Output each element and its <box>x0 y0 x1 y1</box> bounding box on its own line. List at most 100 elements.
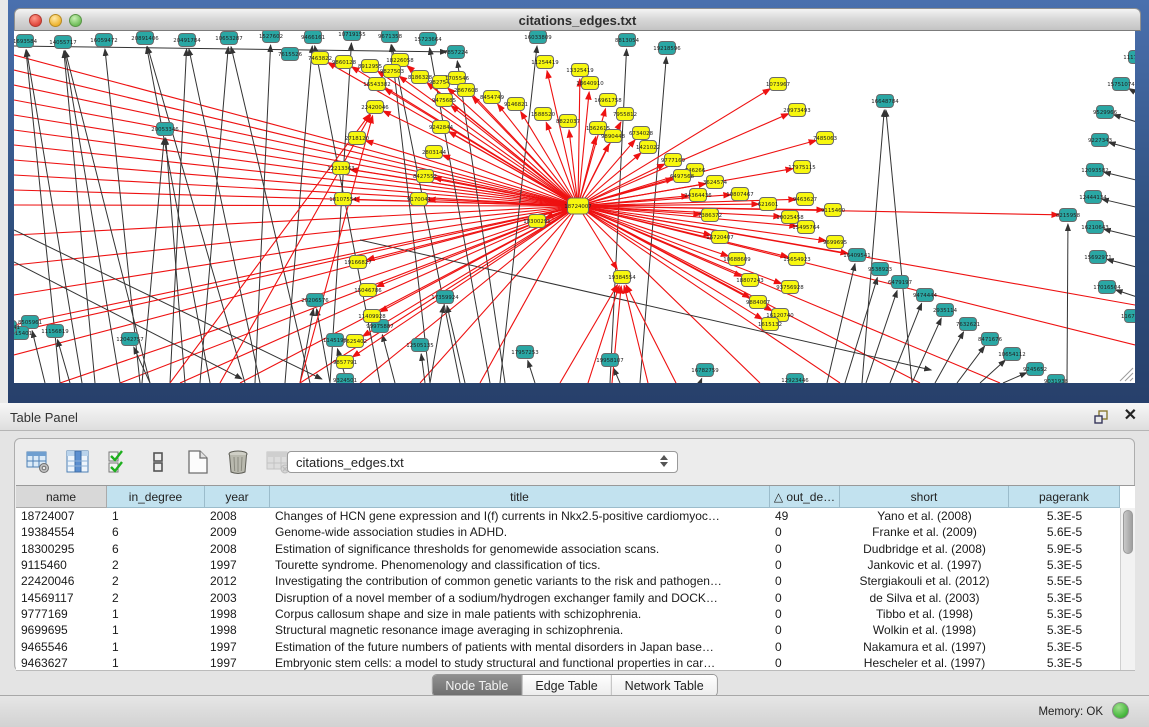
graph-node-yellow[interactable]: 13325419 <box>566 64 594 77</box>
column-header-year[interactable]: year <box>205 486 270 508</box>
table-cell[interactable]: 2 <box>107 558 205 572</box>
citation-edge-black[interactable] <box>1102 199 1135 208</box>
table-cell[interactable]: Yano et al. (2008) <box>840 509 1009 523</box>
table-cell[interactable]: 0 <box>770 607 840 621</box>
table-row[interactable]: 946554611997Estimation of the future num… <box>16 638 1135 654</box>
graph-node-yellow[interactable]: 93756928 <box>776 281 804 294</box>
graph-node-teal[interactable]: 9227343 <box>1088 134 1112 147</box>
tab-edge-table[interactable]: Edge Table <box>522 675 611 696</box>
graph-node-teal[interactable]: 16409541 <box>843 249 870 262</box>
graph-node-yellow[interactable]: 9170041 <box>407 193 431 206</box>
citation-edge-black[interactable] <box>421 354 425 383</box>
graph-node-yellow[interactable]: 1615132 <box>758 318 782 331</box>
table-cell[interactable]: 9699695 <box>16 623 107 637</box>
table-cell[interactable]: 1997 <box>205 640 270 654</box>
table-cell[interactable]: 49 <box>770 509 840 523</box>
graph-node-yellow[interactable]: 24364436 <box>684 189 712 202</box>
table-row[interactable]: 2242004622012Investigating the contribut… <box>16 573 1135 589</box>
graph-node-teal[interactable]: 1527602 <box>259 31 283 43</box>
table-cell[interactable]: 0 <box>770 558 840 572</box>
new-table-button[interactable] <box>183 447 213 477</box>
graph-node-yellow[interactable]: 1705546 <box>445 72 470 85</box>
graph-node-teal[interactable]: 9031938 <box>1044 375 1069 384</box>
tab-node-table[interactable]: Node Table <box>432 675 522 696</box>
citation-edge-black[interactable] <box>330 43 351 383</box>
graph-node-yellow[interactable]: 8912955 <box>358 60 382 73</box>
graph-node-teal[interactable]: 9245652 <box>1023 363 1047 376</box>
graph-node-teal[interactable]: 19958107 <box>596 354 623 367</box>
graph-node-yellow[interactable]: 9475685 <box>432 94 456 107</box>
column-header-out_de[interactable]: △ out_de… <box>770 486 840 508</box>
table-cell[interactable]: Genome-wide association studies in ADHD. <box>270 525 770 539</box>
graph-node-yellow[interactable]: 9463627 <box>793 193 817 206</box>
table-cell[interactable]: 0 <box>770 656 840 670</box>
citation-edge-red[interactable] <box>14 206 578 235</box>
table-row[interactable]: 946362711997Embryonic stem cells: a mode… <box>16 655 1135 671</box>
table-cell[interactable]: 5.3E-5 <box>1009 656 1120 670</box>
table-cell[interactable]: 6 <box>107 525 205 539</box>
graph-node-yellow[interactable]: 7463822 <box>308 52 332 65</box>
graph-node-teal[interactable]: 9466161 <box>301 31 325 44</box>
graph-node-yellow[interactable]: 1588520 <box>531 108 556 121</box>
table-cell[interactable]: 9463627 <box>16 656 107 670</box>
table-cell[interactable]: 0 <box>770 542 840 556</box>
citation-edge-red[interactable] <box>624 286 648 383</box>
graph-node-yellow[interactable]: 17975115 <box>788 161 815 174</box>
column-header-name[interactable]: name <box>16 486 107 508</box>
table-cell[interactable]: Hescheler et al. (1997) <box>840 656 1009 670</box>
table-cell[interactable]: Tibbo et al. (1998) <box>840 607 1009 621</box>
table-cell[interactable]: 1997 <box>205 656 270 670</box>
graph-node-yellow[interactable]: 9884067 <box>746 296 770 309</box>
graph-node-yellow[interactable]: 1073967 <box>766 78 790 91</box>
graph-node-teal[interactable]: 2935114 <box>933 304 958 317</box>
graph-node-teal[interactable]: 11156819 <box>41 325 69 338</box>
table-cell[interactable]: Dudbridge et al. (2008) <box>840 542 1009 556</box>
graph-node-teal[interactable]: 16782759 <box>691 364 719 377</box>
citation-edge-red[interactable] <box>578 206 617 269</box>
citation-edge-black[interactable] <box>148 47 245 383</box>
column-header-in_degree[interactable]: in_degree <box>107 486 205 508</box>
graph-node-yellow[interactable]: 19384554 <box>608 271 636 284</box>
citation-edge-red[interactable] <box>588 286 619 383</box>
table-cell[interactable]: 1998 <box>205 607 270 621</box>
graph-node-teal[interactable]: 9474444 <box>913 289 938 302</box>
table-cell[interactable]: 2012 <box>205 574 270 588</box>
table-cell[interactable]: 1997 <box>205 558 270 572</box>
float-panel-icon[interactable] <box>1094 410 1109 424</box>
table-cell[interactable]: 22420046 <box>16 574 107 588</box>
graph-node-yellow[interactable]: 9777169 <box>661 154 686 167</box>
close-panel-icon[interactable]: ✕ <box>1124 408 1137 424</box>
table-cell[interactable]: Estimation of the future numbers of pati… <box>270 640 770 654</box>
table-cell[interactable]: 0 <box>770 591 840 605</box>
citation-edge-black[interactable] <box>255 45 271 383</box>
graph-node-yellow[interactable]: 18640910 <box>576 77 604 90</box>
graph-node-yellow[interactable]: 18724007 <box>564 198 591 214</box>
graph-node-teal[interactable]: 12444134 <box>1079 191 1107 204</box>
citation-edge-red[interactable] <box>578 153 641 206</box>
citation-edge-red[interactable] <box>14 206 578 355</box>
citation-edge-red[interactable] <box>578 206 1135 345</box>
graph-node-teal[interactable]: 1693584 <box>14 35 38 48</box>
table-cell[interactable]: 1 <box>107 607 205 621</box>
citation-edge-black[interactable] <box>382 335 395 383</box>
graph-node-yellow[interactable]: 621601 <box>758 198 779 211</box>
graph-node-teal[interactable]: 1167534 <box>1121 310 1135 323</box>
graph-node-teal[interactable]: 7632621 <box>956 318 980 331</box>
graph-node-yellow[interactable]: 6734028 <box>629 127 654 140</box>
table-cell[interactable]: 2 <box>107 591 205 605</box>
graph-node-yellow[interactable]: 7386372 <box>698 209 722 222</box>
table-cell[interactable]: Stergiakouli et al. (2012) <box>840 574 1009 588</box>
graph-node-teal[interactable]: 9538923 <box>868 263 892 276</box>
scrollbar-thumb[interactable] <box>1123 510 1133 554</box>
graph-node-teal[interactable]: 7857224 <box>444 46 469 59</box>
table-cell[interactable]: 1 <box>107 640 205 654</box>
graph-node-yellow[interactable]: 8427552 <box>413 170 437 183</box>
graph-node-teal[interactable]: 6479197 <box>888 276 912 289</box>
graph-node-teal[interactable]: 19218596 <box>653 42 681 55</box>
vertical-scrollbar[interactable] <box>1120 508 1135 671</box>
graph-node-teal[interactable]: 8471676 <box>978 333 1003 346</box>
table-cell[interactable]: Franke et al. (2009) <box>840 525 1009 539</box>
graph-node-yellow[interactable]: 10807467 <box>726 188 753 201</box>
citation-edge-red[interactable] <box>360 206 578 383</box>
table-cell[interactable]: 5.3E-5 <box>1009 607 1120 621</box>
